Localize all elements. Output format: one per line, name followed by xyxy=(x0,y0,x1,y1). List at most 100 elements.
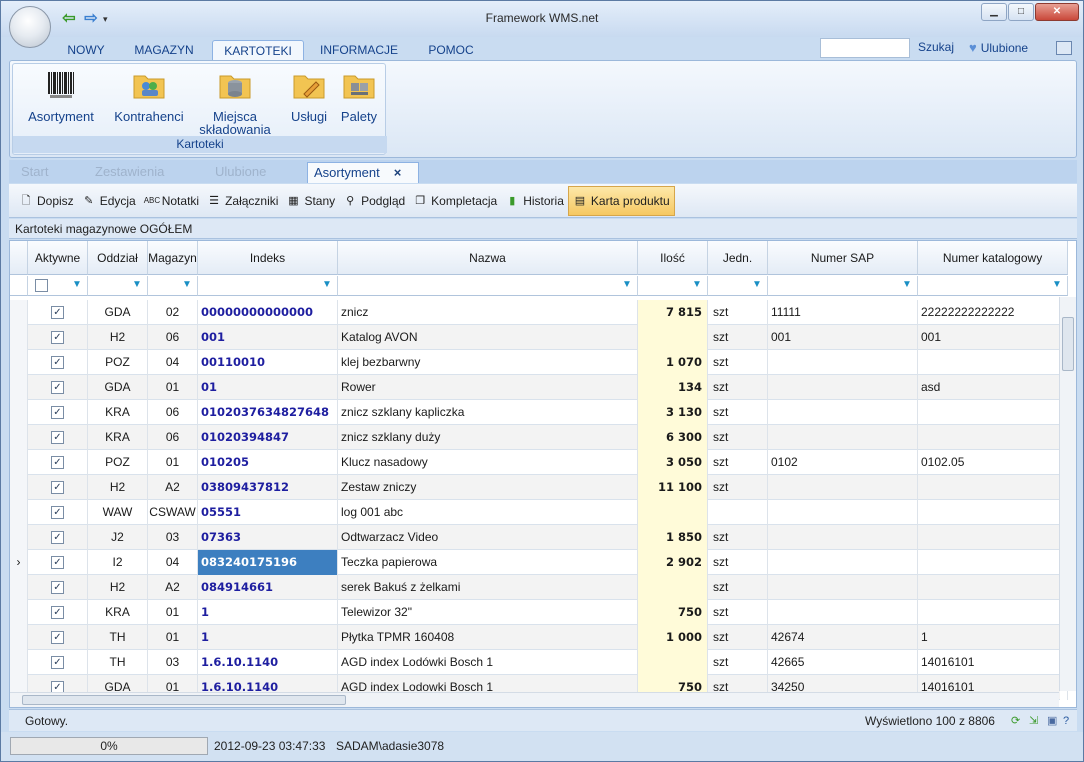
close-tab-icon[interactable]: × xyxy=(394,165,402,180)
cell-cat[interactable] xyxy=(918,475,1068,500)
filter-funnel-icon[interactable]: ▼ xyxy=(72,279,83,290)
column-header-numer-katalogowy[interactable]: Numer katalogowy xyxy=(918,241,1068,275)
cell-wh[interactable]: 06 xyxy=(148,400,198,425)
table-row[interactable]: ✓ GDA 02 00000000000000 znicz 7 815 szt 11111 22… xyxy=(10,300,1068,325)
cell-name[interactable]: AGD index Lodówki Bosch 1 xyxy=(338,650,638,675)
cell-index[interactable]: 084914661 xyxy=(198,575,338,600)
row-indicator[interactable] xyxy=(10,475,28,500)
cell-cat[interactable] xyxy=(918,350,1068,375)
column-header-jedn[interactable]: Jedn. xyxy=(708,241,768,275)
cell-branch[interactable]: I2 xyxy=(88,550,148,575)
cell-wh[interactable]: 01 xyxy=(148,600,198,625)
cell-cat[interactable] xyxy=(918,400,1068,425)
tab-kartoteki[interactable]: KARTOTEKI xyxy=(212,40,304,62)
cell-branch[interactable]: J2 xyxy=(88,525,148,550)
cell-index[interactable]: 0102037634827648 xyxy=(198,400,338,425)
toolbar-historia-button[interactable]: ▮ Historia xyxy=(501,186,568,216)
active-checkbox[interactable]: ✓ xyxy=(51,631,64,644)
table-row[interactable]: ✓ POZ 04 00110010 klej bezbarwny 1 070 szt xyxy=(10,350,1068,375)
cell-sap[interactable] xyxy=(768,500,918,525)
vertical-scrollbar[interactable] xyxy=(1059,297,1076,691)
cell-wh[interactable]: 06 xyxy=(148,425,198,450)
active-checkbox[interactable]: ✓ xyxy=(51,381,64,394)
table-row[interactable]: ✓ TH 01 1 Płytka TPMR 160408 1 000 szt 42674 1 xyxy=(10,625,1068,650)
filter-funnel-icon[interactable]: ▼ xyxy=(692,279,703,290)
cell-unit[interactable]: szt xyxy=(708,550,768,575)
ribbon-button-miejsca-skladowania[interactable]: Miejsca składowania xyxy=(197,68,273,136)
favorites-button[interactable]: ♥ Ulubione xyxy=(969,40,1028,55)
cell-sap[interactable] xyxy=(768,575,918,600)
row-indicator[interactable]: › xyxy=(10,550,28,575)
table-row[interactable]: ✓ KRA 06 01020394847 znicz szklany duży 6 300… xyxy=(10,425,1068,450)
cell-qty[interactable]: 1 000 xyxy=(638,625,708,650)
cell-index[interactable]: 05551 xyxy=(198,500,338,525)
cell-index[interactable]: 03809437812 xyxy=(198,475,338,500)
cell-name[interactable]: Płytka TPMR 160408 xyxy=(338,625,638,650)
horizontal-scroll-thumb[interactable] xyxy=(22,695,346,705)
filter-funnel-icon[interactable]: ▼ xyxy=(902,279,913,290)
cell-branch[interactable]: GDA xyxy=(88,375,148,400)
cell-qty[interactable]: 1 850 xyxy=(638,525,708,550)
table-row[interactable]: ✓ H2 A2 084914661 serek Bakuś z żelkami szt xyxy=(10,575,1068,600)
row-indicator[interactable] xyxy=(10,300,28,325)
cell-unit[interactable]: szt xyxy=(708,525,768,550)
filter-cell-magazyn[interactable]: ▼ xyxy=(148,276,198,296)
ribbon-button-uslugi[interactable]: Usługi xyxy=(285,68,333,123)
row-indicator[interactable] xyxy=(10,375,28,400)
cell-wh[interactable]: 01 xyxy=(148,625,198,650)
table-row[interactable]: ✓ WAW CSWAW 05551 log 001 abc xyxy=(10,500,1068,525)
toolbar-podglad-button[interactable]: ⚲ Podgląd xyxy=(339,186,409,216)
maximize-button[interactable]: □ xyxy=(1008,3,1034,21)
cell-qty[interactable]: 750 xyxy=(638,600,708,625)
cell-wh[interactable]: 03 xyxy=(148,650,198,675)
cell-name[interactable]: Rower xyxy=(338,375,638,400)
row-indicator[interactable] xyxy=(10,525,28,550)
filter-cell-numer-sap[interactable]: ▼ xyxy=(768,276,918,296)
cell-qty[interactable]: 3 130 xyxy=(638,400,708,425)
filter-cell-indeks[interactable]: ▼ xyxy=(198,276,338,296)
filter-funnel-icon[interactable]: ▼ xyxy=(1052,279,1063,290)
toolbar-karta-produktu-button[interactable]: ▤ Karta produktu xyxy=(567,185,675,216)
cell-qty[interactable] xyxy=(638,500,708,525)
help-icon[interactable]: ? xyxy=(1063,710,1069,732)
cell-index[interactable]: 01 xyxy=(198,375,338,400)
cell-wh[interactable]: A2 xyxy=(148,475,198,500)
ribbon-button-kontrahenci[interactable]: Kontrahenci xyxy=(109,68,189,123)
cell-cat[interactable]: 001 xyxy=(918,325,1068,350)
cell-wh[interactable]: 01 xyxy=(148,375,198,400)
cell-sap[interactable]: 11111 xyxy=(768,300,918,325)
horizontal-scrollbar[interactable] xyxy=(10,692,1059,707)
active-checkbox[interactable]: ✓ xyxy=(51,331,64,344)
cell-unit[interactable]: szt xyxy=(708,650,768,675)
table-row[interactable]: ✓ J2 03 07363 Odtwarzacz Video 1 850 szt xyxy=(10,525,1068,550)
cell-name[interactable]: log 001 abc xyxy=(338,500,638,525)
table-row[interactable]: ✓ KRA 06 0102037634827648 znicz szklany kapl… xyxy=(10,400,1068,425)
cell-index[interactable]: 01020394847 xyxy=(198,425,338,450)
toolbar-kompletacja-button[interactable]: ❐ Kompletacja xyxy=(409,186,501,216)
doc-tab-zestawienia[interactable]: Zestawienia xyxy=(89,162,207,183)
cell-unit[interactable]: szt xyxy=(708,475,768,500)
cell-branch[interactable]: H2 xyxy=(88,325,148,350)
cell-branch[interactable]: H2 xyxy=(88,475,148,500)
active-checkbox[interactable]: ✓ xyxy=(51,506,64,519)
cell-sap[interactable] xyxy=(768,525,918,550)
row-indicator[interactable] xyxy=(10,575,28,600)
cell-index[interactable]: 1.6.10.1140 xyxy=(198,650,338,675)
filter-funnel-icon[interactable]: ▼ xyxy=(182,279,193,290)
close-button[interactable]: ✕ xyxy=(1035,3,1079,21)
cell-name[interactable]: znicz szklany kapliczka xyxy=(338,400,638,425)
vertical-scroll-thumb[interactable] xyxy=(1062,317,1074,371)
cell-unit[interactable]: szt xyxy=(708,575,768,600)
cell-branch[interactable]: H2 xyxy=(88,575,148,600)
cell-name[interactable]: Telewizor 32" xyxy=(338,600,638,625)
export-icon[interactable]: ⇲ xyxy=(1029,710,1038,732)
cell-cat[interactable] xyxy=(918,550,1068,575)
row-indicator[interactable] xyxy=(10,450,28,475)
cell-wh[interactable]: 04 xyxy=(148,350,198,375)
cell-sap[interactable] xyxy=(768,400,918,425)
cell-wh[interactable]: CSWAW xyxy=(148,500,198,525)
cell-index[interactable]: 07363 xyxy=(198,525,338,550)
cell-index[interactable]: 1 xyxy=(198,625,338,650)
minimize-button[interactable]: ▁ xyxy=(981,3,1007,21)
filter-funnel-icon[interactable]: ▼ xyxy=(622,279,633,290)
